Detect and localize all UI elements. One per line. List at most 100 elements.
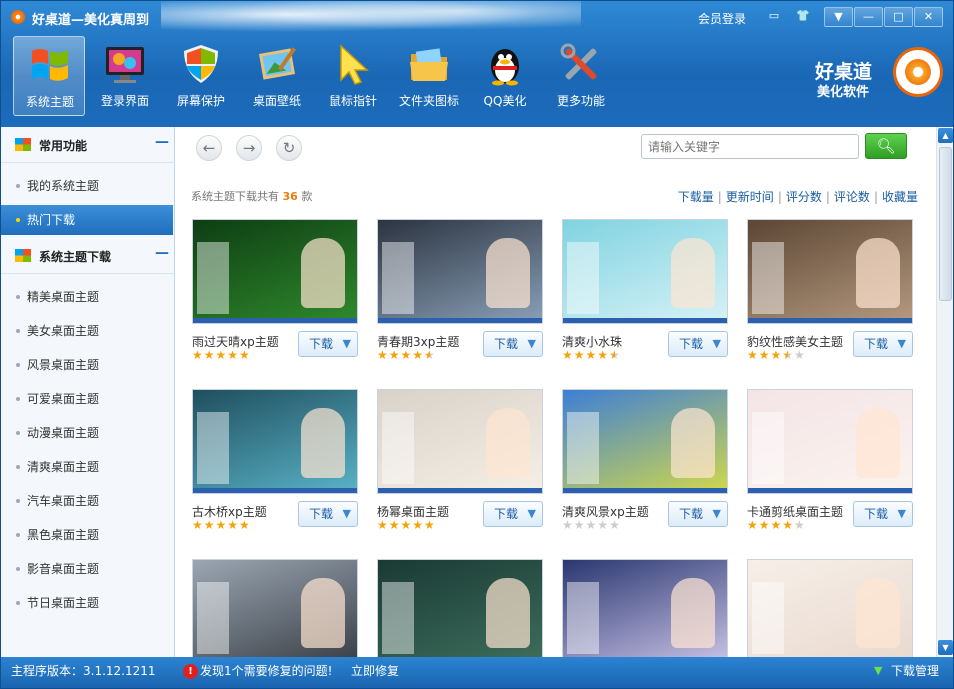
- theme-card[interactable]: 豹纹性感美女主题 ★★★★★ 下载 ▼: [747, 219, 913, 379]
- sidebar-item-category[interactable]: 黑色桌面主题: [1, 520, 173, 550]
- brand-logo: 好桌道 美化软件: [809, 45, 945, 103]
- theme-thumbnail[interactable]: [192, 219, 358, 324]
- theme-thumbnail[interactable]: [192, 389, 358, 494]
- theme-card[interactable]: 青春期3xp主题 ★★★★★ 下载 ▼: [377, 219, 543, 379]
- tool-folder-icon[interactable]: 文件夹图标: [393, 36, 465, 116]
- tool-login-screen[interactable]: 登录界面: [89, 36, 161, 116]
- collapse-icon[interactable]: —: [155, 245, 169, 261]
- sort-rating[interactable]: 评分数: [784, 190, 824, 204]
- orange-flower-icon: [893, 47, 943, 97]
- tool-cursor[interactable]: 鼠标指针: [317, 36, 389, 116]
- close-button[interactable]: ✕: [914, 7, 943, 27]
- sort-options: 下载量 | 更新时间 | 评分数 | 评论数 | 收藏量: [676, 190, 920, 204]
- sort-update-time[interactable]: 更新时间: [724, 190, 776, 204]
- rating-stars: ★★★★★: [192, 518, 251, 532]
- sidebar-item-category[interactable]: 动漫桌面主题: [1, 418, 173, 448]
- fix-now-link[interactable]: 立即修复: [351, 657, 399, 685]
- windows-flag-icon: [15, 249, 31, 262]
- download-button[interactable]: 下载 ▼: [668, 331, 728, 357]
- search-input[interactable]: [641, 134, 859, 159]
- download-button[interactable]: 下载 ▼: [853, 331, 913, 357]
- theme-card[interactable]: 清爽风景xp主题 ★★★★★ 下载 ▼: [562, 389, 728, 549]
- title-bar: 好桌道—美化真周到 会员登录 ▭ 👕 ▼ — □ ✕: [1, 1, 953, 33]
- tool-wallpaper[interactable]: 桌面壁纸: [241, 36, 313, 116]
- main-content: ← → ↻ 🔍︎ 系统主题下载共有 36 款 下载量|更新时间|评分数|评论数|…: [176, 127, 936, 664]
- rating-stars: ★★★★★: [562, 518, 621, 532]
- theme-thumbnail[interactable]: [747, 389, 913, 494]
- sidebar-item-category[interactable]: 节日桌面主题: [1, 588, 173, 618]
- search-button[interactable]: 🔍︎: [865, 133, 907, 159]
- theme-thumbnail[interactable]: [377, 219, 543, 324]
- down-arrow-icon: ▼: [712, 507, 721, 520]
- sidebar-item-my-themes[interactable]: 我的系统主题: [1, 171, 173, 201]
- vertical-scrollbar[interactable]: ▲ ▼: [936, 127, 953, 657]
- skin-shirt-icon[interactable]: 👕: [795, 9, 811, 23]
- menu-button[interactable]: ▼: [824, 7, 853, 27]
- theme-thumbnail[interactable]: [747, 559, 913, 664]
- forward-arrow-icon[interactable]: →: [236, 135, 262, 161]
- wallpaper-icon: [258, 47, 297, 80]
- tool-system-theme[interactable]: 系统主题: [13, 36, 85, 116]
- download-button[interactable]: 下载 ▼: [483, 331, 543, 357]
- minimize-button[interactable]: —: [854, 7, 883, 27]
- sidebar-item-category[interactable]: 精美桌面主题: [1, 282, 173, 312]
- download-button[interactable]: 下载 ▼: [853, 501, 913, 527]
- theme-card[interactable]: 卡通剪纸桌面主题 ★★★★★ 下载 ▼: [747, 389, 913, 549]
- sidebar-item-category[interactable]: 汽车桌面主题: [1, 486, 173, 516]
- message-icon[interactable]: ▭: [766, 9, 782, 23]
- down-arrow-icon: ▼: [897, 507, 906, 520]
- scroll-thumb[interactable]: [939, 147, 952, 301]
- theme-card[interactable]: 古木桥xp主题 ★★★★★ 下载 ▼: [192, 389, 358, 549]
- back-arrow-icon[interactable]: ←: [196, 135, 222, 161]
- section-theme-downloads[interactable]: 系统主题下载 —: [1, 238, 175, 274]
- cursor-icon: [340, 44, 369, 85]
- section-common-functions[interactable]: 常用功能 —: [1, 127, 175, 163]
- scroll-down-icon[interactable]: ▼: [938, 640, 953, 655]
- theme-count: 系统主题下载共有 36 款: [191, 190, 313, 203]
- theme-thumbnail[interactable]: [562, 559, 728, 664]
- download-manager-link[interactable]: 下载管理: [891, 657, 939, 685]
- download-arrow-icon: ▼: [874, 664, 883, 677]
- scroll-up-icon[interactable]: ▲: [938, 128, 953, 143]
- sort-comments[interactable]: 评论数: [832, 190, 872, 204]
- sidebar-item-category[interactable]: 美女桌面主题: [1, 316, 173, 346]
- maximize-button[interactable]: □: [884, 7, 913, 27]
- theme-thumbnail[interactable]: [192, 559, 358, 664]
- download-button[interactable]: 下载 ▼: [668, 501, 728, 527]
- theme-thumbnail[interactable]: [377, 389, 543, 494]
- monitor-icon: [106, 47, 144, 83]
- sidebar-item-category[interactable]: 影音桌面主题: [1, 554, 173, 584]
- rating-stars: ★★★★★: [377, 348, 436, 362]
- theme-card[interactable]: 清爽小水珠 ★★★★★ 下载 ▼: [562, 219, 728, 379]
- refresh-icon[interactable]: ↻: [276, 135, 302, 161]
- sidebar-item-category[interactable]: 风景桌面主题: [1, 350, 173, 380]
- rating-stars: ★★★★★: [747, 518, 806, 532]
- tool-more[interactable]: 更多功能: [545, 36, 617, 116]
- sidebar-item-category[interactable]: 清爽桌面主题: [1, 452, 173, 482]
- theme-thumbnail[interactable]: [562, 389, 728, 494]
- penguin-icon: [491, 49, 519, 86]
- download-button[interactable]: 下载 ▼: [483, 501, 543, 527]
- download-button[interactable]: 下载 ▼: [298, 501, 358, 527]
- theme-thumbnail[interactable]: [377, 559, 543, 664]
- problem-notice[interactable]: 发现1个需要修复的问题!: [200, 657, 332, 685]
- sidebar-item-hot-downloads[interactable]: 热门下载: [1, 205, 173, 235]
- theme-card[interactable]: 雨过天晴xp主题 ★★★★★ 下载 ▼: [192, 219, 358, 379]
- collapse-icon[interactable]: —: [155, 134, 169, 150]
- tool-qq[interactable]: QQ美化: [469, 36, 541, 116]
- theme-thumbnail[interactable]: [562, 219, 728, 324]
- tool-screensaver[interactable]: 屏幕保护: [165, 36, 237, 116]
- sort-downloads[interactable]: 下载量: [676, 190, 716, 204]
- sort-favorites[interactable]: 收藏量: [880, 190, 920, 204]
- down-arrow-icon: ▼: [342, 337, 351, 350]
- download-button[interactable]: 下载 ▼: [298, 331, 358, 357]
- theme-thumbnail[interactable]: [747, 219, 913, 324]
- status-bar: 主程序版本：3.1.12.1211 ! 发现1个需要修复的问题! 立即修复 ▼ …: [1, 657, 953, 688]
- rating-stars: ★★★★★: [377, 518, 436, 532]
- down-arrow-icon: ▼: [527, 507, 536, 520]
- theme-card[interactable]: 杨幂桌面主题 ★★★★★ 下载 ▼: [377, 389, 543, 549]
- search-icon: 🔍︎: [876, 137, 896, 155]
- member-login-link[interactable]: 会员登录: [698, 10, 746, 27]
- sidebar-item-category[interactable]: 可爱桌面主题: [1, 384, 173, 414]
- app-title: 好桌道—美化真周到: [32, 13, 150, 28]
